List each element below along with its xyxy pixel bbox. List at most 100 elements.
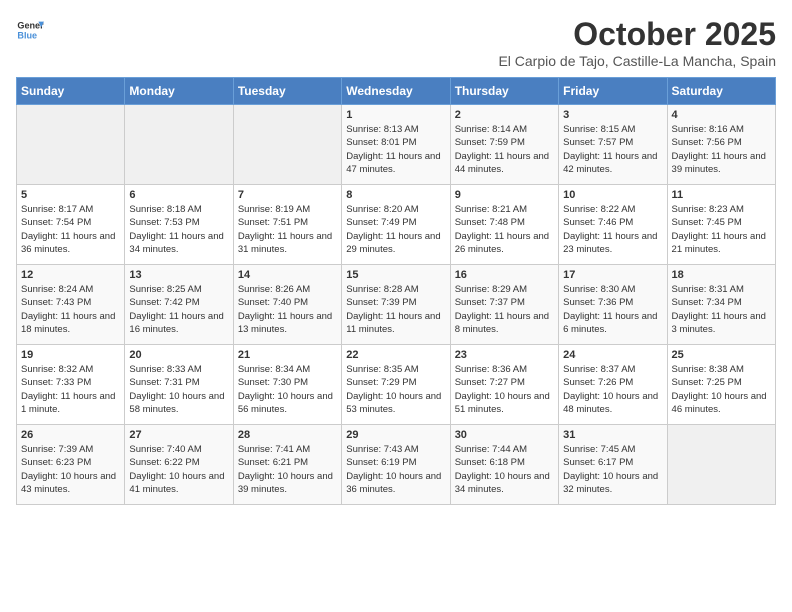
- calendar-cell: 21 Sunrise: 8:34 AM Sunset: 7:30 PM Dayli…: [233, 345, 341, 425]
- day-info: Sunrise: 8:33 AM Sunset: 7:31 PM Dayligh…: [129, 363, 228, 416]
- calendar-cell: 9 Sunrise: 8:21 AM Sunset: 7:48 PM Daylig…: [450, 185, 558, 265]
- day-number: 1: [346, 109, 445, 121]
- day-info: Sunrise: 8:15 AM Sunset: 7:57 PM Dayligh…: [563, 123, 662, 176]
- calendar-cell: 30 Sunrise: 7:44 AM Sunset: 6:18 PM Dayli…: [450, 425, 558, 505]
- calendar-cell: 24 Sunrise: 8:37 AM Sunset: 7:26 PM Dayli…: [559, 345, 667, 425]
- header-tuesday: Tuesday: [233, 78, 341, 105]
- day-info: Sunrise: 8:13 AM Sunset: 8:01 PM Dayligh…: [346, 123, 445, 176]
- day-number: 11: [672, 189, 771, 201]
- calendar-table: SundayMondayTuesdayWednesdayThursdayFrid…: [16, 77, 776, 505]
- calendar-cell: 22 Sunrise: 8:35 AM Sunset: 7:29 PM Dayli…: [342, 345, 450, 425]
- calendar-cell: 19 Sunrise: 8:32 AM Sunset: 7:33 PM Dayli…: [17, 345, 125, 425]
- day-number: 10: [563, 189, 662, 201]
- calendar-cell: 7 Sunrise: 8:19 AM Sunset: 7:51 PM Daylig…: [233, 185, 341, 265]
- header: General Blue October 2025 El Carpio de T…: [16, 16, 776, 69]
- day-number: 9: [455, 189, 554, 201]
- subtitle: El Carpio de Tajo, Castille-La Mancha, S…: [498, 53, 776, 69]
- day-info: Sunrise: 8:37 AM Sunset: 7:26 PM Dayligh…: [563, 363, 662, 416]
- day-info: Sunrise: 8:23 AM Sunset: 7:45 PM Dayligh…: [672, 203, 771, 256]
- day-info: Sunrise: 8:29 AM Sunset: 7:37 PM Dayligh…: [455, 283, 554, 336]
- calendar-cell: 29Sunrise: 7:43 AM Sunset: 6:19 PM Dayli…: [342, 425, 450, 505]
- calendar-cell: 2 Sunrise: 8:14 AM Sunset: 7:59 PM Daylig…: [450, 105, 558, 185]
- calendar-cell: [125, 105, 233, 185]
- day-info: Sunrise: 8:30 AM Sunset: 7:36 PM Dayligh…: [563, 283, 662, 336]
- calendar-cell: 23Sunrise: 8:36 AM Sunset: 7:27 PM Dayli…: [450, 345, 558, 425]
- calendar-cell: [233, 105, 341, 185]
- calendar-cell: 27 Sunrise: 7:40 AM Sunset: 6:22 PM Dayli…: [125, 425, 233, 505]
- day-number: 19: [21, 349, 120, 361]
- day-number: 6: [129, 189, 228, 201]
- header-thursday: Thursday: [450, 78, 558, 105]
- day-info: Sunrise: 8:20 AM Sunset: 7:49 PM Dayligh…: [346, 203, 445, 256]
- day-info: Sunrise: 8:38 AM Sunset: 7:25 PM Dayligh…: [672, 363, 771, 416]
- day-number: 8: [346, 189, 445, 201]
- day-number: 4: [672, 109, 771, 121]
- day-number: 15: [346, 269, 445, 281]
- day-info: Sunrise: 7:45 AM Sunset: 6:17 PM Dayligh…: [563, 443, 662, 496]
- calendar-cell: 14 Sunrise: 8:26 AM Sunset: 7:40 PM Dayli…: [233, 265, 341, 345]
- calendar-cell: 31 Sunrise: 7:45 AM Sunset: 6:17 PM Dayli…: [559, 425, 667, 505]
- header-monday: Monday: [125, 78, 233, 105]
- day-info: Sunrise: 8:34 AM Sunset: 7:30 PM Dayligh…: [238, 363, 337, 416]
- day-info: Sunrise: 8:36 AM Sunset: 7:27 PM Dayligh…: [455, 363, 554, 416]
- day-info: Sunrise: 8:31 AM Sunset: 7:34 PM Dayligh…: [672, 283, 771, 336]
- day-number: 13: [129, 269, 228, 281]
- day-number: 29: [346, 429, 445, 441]
- day-info: Sunrise: 8:25 AM Sunset: 7:42 PM Dayligh…: [129, 283, 228, 336]
- day-number: 24: [563, 349, 662, 361]
- calendar-cell: 12Sunrise: 8:24 AM Sunset: 7:43 PM Dayli…: [17, 265, 125, 345]
- calendar-cell: 20 Sunrise: 8:33 AM Sunset: 7:31 PM Dayli…: [125, 345, 233, 425]
- day-number: 21: [238, 349, 337, 361]
- calendar-cell: 5Sunrise: 8:17 AM Sunset: 7:54 PM Daylig…: [17, 185, 125, 265]
- day-number: 3: [563, 109, 662, 121]
- day-info: Sunrise: 8:35 AM Sunset: 7:29 PM Dayligh…: [346, 363, 445, 416]
- day-number: 17: [563, 269, 662, 281]
- header-wednesday: Wednesday: [342, 78, 450, 105]
- day-info: Sunrise: 8:28 AM Sunset: 7:39 PM Dayligh…: [346, 283, 445, 336]
- calendar-cell: 8 Sunrise: 8:20 AM Sunset: 7:49 PM Daylig…: [342, 185, 450, 265]
- day-number: 16: [455, 269, 554, 281]
- day-number: 7: [238, 189, 337, 201]
- day-info: Sunrise: 8:26 AM Sunset: 7:40 PM Dayligh…: [238, 283, 337, 336]
- calendar-cell: 3 Sunrise: 8:15 AM Sunset: 7:57 PM Daylig…: [559, 105, 667, 185]
- day-number: 20: [129, 349, 228, 361]
- calendar-cell: 1 Sunrise: 8:13 AM Sunset: 8:01 PM Daylig…: [342, 105, 450, 185]
- day-number: 26: [21, 429, 120, 441]
- calendar-cell: [667, 425, 775, 505]
- day-number: 31: [563, 429, 662, 441]
- day-number: 25: [672, 349, 771, 361]
- day-number: 5: [21, 189, 120, 201]
- day-info: Sunrise: 8:21 AM Sunset: 7:48 PM Dayligh…: [455, 203, 554, 256]
- header-friday: Friday: [559, 78, 667, 105]
- day-info: Sunrise: 8:18 AM Sunset: 7:53 PM Dayligh…: [129, 203, 228, 256]
- logo: General Blue: [16, 16, 44, 44]
- day-info: Sunrise: 7:44 AM Sunset: 6:18 PM Dayligh…: [455, 443, 554, 496]
- calendar-cell: 26Sunrise: 7:39 AM Sunset: 6:23 PM Dayli…: [17, 425, 125, 505]
- day-number: 14: [238, 269, 337, 281]
- title-area: October 2025 El Carpio de Tajo, Castille…: [498, 16, 776, 69]
- calendar-cell: 11 Sunrise: 8:23 AM Sunset: 7:45 PM Dayli…: [667, 185, 775, 265]
- day-number: 2: [455, 109, 554, 121]
- day-number: 18: [672, 269, 771, 281]
- header-saturday: Saturday: [667, 78, 775, 105]
- day-info: Sunrise: 7:41 AM Sunset: 6:21 PM Dayligh…: [238, 443, 337, 496]
- calendar-cell: 18 Sunrise: 8:31 AM Sunset: 7:34 PM Dayli…: [667, 265, 775, 345]
- day-number: 30: [455, 429, 554, 441]
- day-number: 22: [346, 349, 445, 361]
- calendar-cell: 10 Sunrise: 8:22 AM Sunset: 7:46 PM Dayli…: [559, 185, 667, 265]
- calendar-cell: [17, 105, 125, 185]
- calendar-cell: 25 Sunrise: 8:38 AM Sunset: 7:25 PM Dayli…: [667, 345, 775, 425]
- day-info: Sunrise: 8:32 AM Sunset: 7:33 PM Dayligh…: [21, 363, 120, 416]
- svg-text:Blue: Blue: [17, 30, 37, 40]
- day-info: Sunrise: 7:40 AM Sunset: 6:22 PM Dayligh…: [129, 443, 228, 496]
- day-info: Sunrise: 8:16 AM Sunset: 7:56 PM Dayligh…: [672, 123, 771, 176]
- calendar-cell: 17 Sunrise: 8:30 AM Sunset: 7:36 PM Dayli…: [559, 265, 667, 345]
- month-title: October 2025: [498, 16, 776, 53]
- day-number: 27: [129, 429, 228, 441]
- calendar-cell: 28Sunrise: 7:41 AM Sunset: 6:21 PM Dayli…: [233, 425, 341, 505]
- day-info: Sunrise: 8:22 AM Sunset: 7:46 PM Dayligh…: [563, 203, 662, 256]
- calendar-cell: 4 Sunrise: 8:16 AM Sunset: 7:56 PM Daylig…: [667, 105, 775, 185]
- header-sunday: Sunday: [17, 78, 125, 105]
- day-info: Sunrise: 8:14 AM Sunset: 7:59 PM Dayligh…: [455, 123, 554, 176]
- day-info: Sunrise: 8:19 AM Sunset: 7:51 PM Dayligh…: [238, 203, 337, 256]
